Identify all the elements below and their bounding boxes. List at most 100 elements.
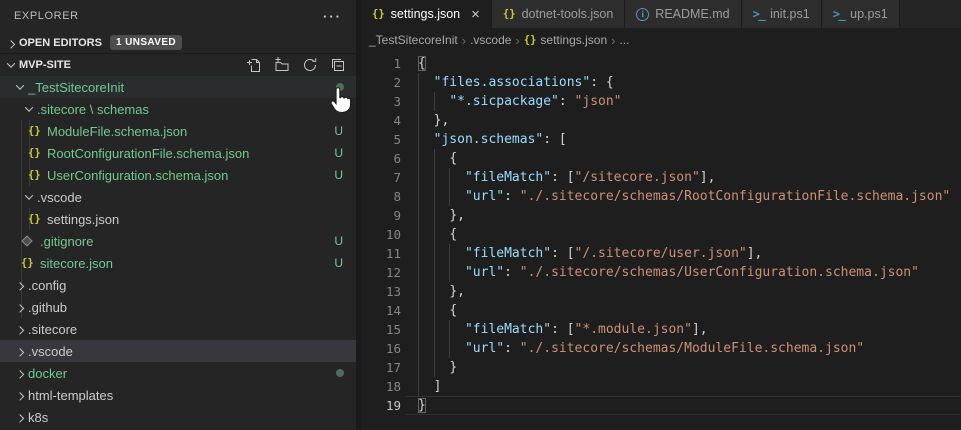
- breadcrumb: _TestSitecoreInit › .vscode ›{} settings.jso…: [361, 28, 961, 52]
- tree-item-label: .sitecore: [28, 321, 78, 337]
- code-line[interactable]: "url": "./.sitecore/schemas/ModuleFile.s…: [418, 339, 961, 358]
- line-number: 3: [393, 94, 401, 109]
- tree-item-docker[interactable]: docker: [0, 362, 356, 384]
- changes-dot-badge: [336, 105, 344, 113]
- tab-init.ps1[interactable]: >_ init.ps1: [741, 0, 822, 28]
- code-line[interactable]: {: [418, 149, 961, 168]
- code-line[interactable]: {: [418, 54, 961, 73]
- breadcrumb-item[interactable]: ...: [619, 33, 629, 47]
- tab-dotnet-tools.json[interactable]: {} dotnet-tools.json: [491, 0, 626, 28]
- breadcrumb-separator-icon: ›: [515, 32, 520, 48]
- tab-label: up.ps1: [850, 7, 888, 21]
- breadcrumb-item[interactable]: {} settings.json: [524, 33, 607, 47]
- tree-item-label: docker: [28, 365, 68, 381]
- chevron-right-icon: [12, 370, 28, 379]
- code-line[interactable]: ]: [418, 377, 961, 396]
- chevron-right-icon: [12, 326, 28, 335]
- breadcrumb-separator-icon: ›: [611, 32, 616, 48]
- tree-item--testsitecoreinit[interactable]: _TestSitecoreInit: [0, 76, 356, 98]
- new-folder-icon[interactable]: [274, 57, 290, 73]
- tree-item-label: RootConfigurationFile.schema.json: [47, 145, 250, 161]
- tree-item--config[interactable]: .config: [0, 274, 356, 296]
- tree-item-sitecore-json[interactable]: {} sitecore.json U: [0, 252, 356, 274]
- tree-item-userconfiguration-schema-json[interactable]: {} UserConfiguration.schema.json U: [0, 164, 356, 186]
- tree-item-label: .vscode: [37, 189, 82, 205]
- tree-item-modulefile-schema-json[interactable]: {} ModuleFile.schema.json U: [0, 120, 356, 142]
- tree-item-label: k8s: [28, 409, 49, 425]
- code-line[interactable]: }: [418, 358, 961, 377]
- chevron-down-icon: [21, 191, 37, 200]
- tab-label: README.md: [655, 7, 730, 21]
- tree-item--gitignore[interactable]: .gitignore U: [0, 230, 356, 252]
- markdown-info-icon: i: [636, 7, 650, 21]
- chevron-right-icon: [12, 348, 28, 357]
- json-file-icon: {}: [523, 34, 537, 46]
- code-line[interactable]: "fileMatch": ["/.sitecore/user.json"],: [418, 244, 961, 263]
- line-number: 9: [393, 208, 401, 223]
- code-line[interactable]: {: [418, 225, 961, 244]
- line-number: 16: [385, 341, 401, 356]
- breadcrumb-item[interactable]: _TestSitecoreInit: [369, 33, 458, 47]
- tab-label: init.ps1: [770, 7, 810, 21]
- line-number: 19: [385, 398, 401, 413]
- more-actions-icon[interactable]: ···: [323, 9, 342, 24]
- code-line[interactable]: "json.schemas": [: [418, 130, 961, 149]
- breadcrumb-separator-icon: ›: [461, 32, 467, 48]
- code-line[interactable]: "url": "./.sitecore/schemas/UserConfigur…: [418, 263, 961, 282]
- code-editor[interactable]: 1 2 3 4 5 6 7 8 9 10 11 12 13 14 15 16 17 18 19 { "files.a…: [361, 52, 961, 430]
- line-number: 1: [393, 56, 401, 71]
- code-line[interactable]: {: [418, 301, 961, 320]
- tree-item-label: sitecore.json: [40, 255, 113, 271]
- tab-label: settings.json: [390, 7, 461, 21]
- code-line[interactable]: "url": "./.sitecore/schemas/RootConfigur…: [418, 187, 961, 206]
- json-file-icon: {}: [502, 8, 516, 20]
- open-editors-label: OPEN EDITORS: [19, 36, 102, 49]
- code-line[interactable]: },: [418, 111, 961, 130]
- line-number: 8: [393, 189, 401, 204]
- tree-item-label: .vscode: [28, 343, 73, 359]
- tree-item-settings-json[interactable]: {} settings.json: [0, 208, 356, 230]
- tree-item-label: ModuleFile.schema.json: [47, 123, 188, 139]
- tree-item--sitecore[interactable]: .sitecore: [0, 318, 356, 340]
- refresh-icon[interactable]: [302, 57, 318, 73]
- workspace-section-header[interactable]: MVP-SITE: [0, 54, 356, 76]
- tab-README.md[interactable]: i README.md: [625, 0, 742, 28]
- tree-item-k8s[interactable]: k8s: [0, 406, 356, 428]
- line-number: 18: [385, 379, 401, 394]
- tree-item--vscode[interactable]: .vscode: [0, 186, 356, 208]
- code-line[interactable]: "fileMatch": ["*.module.json"],: [418, 320, 961, 339]
- tree-item-html-templates[interactable]: html-templates: [0, 384, 356, 406]
- collapse-all-icon[interactable]: [330, 57, 346, 73]
- tab-settings.json[interactable]: {} settings.json ×: [361, 0, 492, 28]
- code-line[interactable]: "fileMatch": ["/sitecore.json"],: [418, 168, 961, 187]
- line-number: 11: [385, 246, 401, 261]
- tree-item--sitecore-schemas[interactable]: .sitecore \ schemas: [0, 98, 356, 120]
- json-file-icon: {}: [28, 213, 41, 225]
- code-line[interactable]: "*.sicpackage": "json": [418, 92, 961, 111]
- tree-item-label: html-templates: [28, 387, 114, 403]
- code-content[interactable]: { "files.associations": { "*.sicpackage"…: [406, 54, 961, 430]
- breadcrumb-item[interactable]: .vscode: [470, 33, 511, 47]
- line-number: 7: [393, 170, 401, 185]
- powershell-icon: >_: [752, 7, 766, 21]
- close-tab-icon[interactable]: ×: [471, 7, 480, 22]
- unsaved-badge: 1 UNSAVED: [109, 35, 183, 50]
- line-number: 13: [385, 284, 401, 299]
- code-line[interactable]: },: [418, 206, 961, 225]
- breadcrumb-label: ...: [619, 33, 630, 47]
- tab-up.ps1[interactable]: >_ up.ps1: [821, 0, 900, 28]
- code-line[interactable]: },: [418, 282, 961, 301]
- tree-item-label: .config: [28, 277, 67, 293]
- line-number: 2: [393, 75, 401, 90]
- open-editors-section[interactable]: OPEN EDITORS 1 UNSAVED: [0, 32, 356, 54]
- code-line[interactable]: "files.associations": {: [418, 73, 961, 92]
- chevron-right-icon: [3, 39, 19, 49]
- line-number-gutter: 1 2 3 4 5 6 7 8 9 10 11 12 13 14 15 16 17 18 19: [361, 54, 401, 430]
- code-line[interactable]: }: [418, 396, 961, 415]
- tree-item--github[interactable]: .github: [0, 296, 356, 318]
- breadcrumb-label: .vscode: [470, 33, 512, 47]
- tree-item--vscode[interactable]: .vscode: [0, 340, 356, 362]
- tree-item-rootconfigurationfile-schema-json[interactable]: {} RootConfigurationFile.schema.json U: [0, 142, 356, 164]
- new-file-icon[interactable]: [246, 57, 262, 73]
- json-file-icon: {}: [28, 147, 41, 159]
